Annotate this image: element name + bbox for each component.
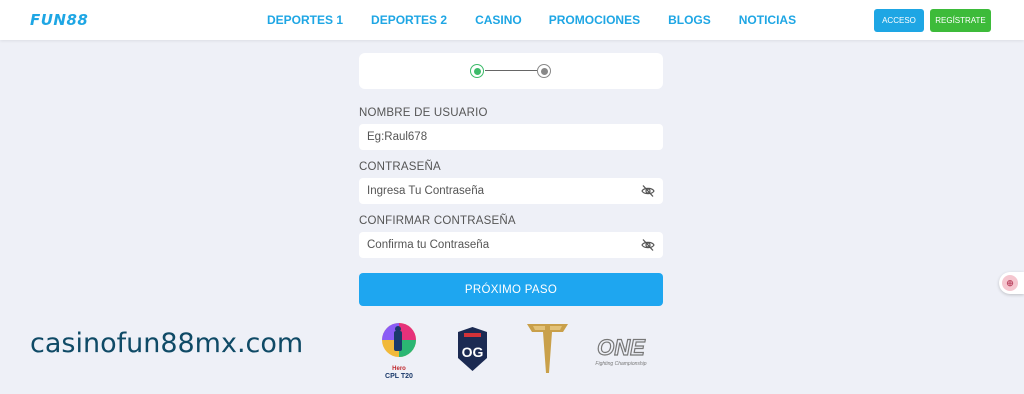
username-field [359, 124, 663, 150]
og-text: OG [462, 344, 484, 360]
nav-deportes-2[interactable]: DEPORTES 2 [371, 13, 447, 27]
eye-slash-icon[interactable] [641, 184, 655, 198]
main-nav: DEPORTES 1 DEPORTES 2 CASINO PROMOCIONES… [267, 13, 796, 27]
confirm-password-input[interactable] [359, 232, 629, 258]
cpl-t20-sponsor-logo: Hero CPL T20 [382, 323, 416, 380]
password-field [359, 178, 663, 204]
step-1-indicator [470, 64, 484, 78]
site-watermark: casinofun88mx.com [30, 328, 304, 359]
floating-side-widget[interactable]: ⊕ [999, 272, 1024, 294]
one-text: ONE [597, 335, 646, 360]
registration-stepper [359, 53, 663, 89]
username-label: NOMBRE DE USUARIO [359, 107, 488, 119]
nav-noticias[interactable]: NOTICIAS [739, 13, 796, 27]
nav-promociones[interactable]: PROMOCIONES [549, 13, 640, 27]
acceso-button[interactable]: ACCESO [874, 9, 924, 32]
registrate-button[interactable]: REGÍSTRATE [930, 9, 991, 32]
fun88-logo[interactable]: FUN88 [30, 11, 88, 29]
gold-emblem-sponsor-logo [527, 324, 568, 373]
confirm-password-field [359, 232, 663, 258]
chat-bubble-icon[interactable]: ⊕ [1002, 275, 1018, 291]
nav-deportes-1[interactable]: DEPORTES 1 [267, 13, 343, 27]
proximo-paso-button[interactable]: PRÓXIMO PASO [359, 273, 663, 306]
cpl-hero-text: Hero [392, 366, 406, 372]
top-navigation-bar: FUN88 DEPORTES 1 DEPORTES 2 CASINO PROMO… [0, 0, 1024, 40]
password-label: CONTRASEÑA [359, 161, 441, 173]
confirm-password-label: CONFIRMAR CONTRASEÑA [359, 215, 516, 227]
step-connector-line [485, 70, 537, 71]
og-esports-sponsor-logo: OG [458, 327, 487, 371]
nav-casino[interactable]: CASINO [475, 13, 522, 27]
username-input[interactable] [359, 124, 629, 150]
cpl-t20-text: CPL T20 [385, 373, 413, 380]
eye-slash-icon[interactable] [641, 238, 655, 252]
one-championship-sponsor-logo: ONE Fighting Championship [595, 334, 646, 367]
nav-blogs[interactable]: BLOGS [668, 13, 711, 27]
step-2-indicator [537, 64, 551, 78]
password-input[interactable] [359, 178, 629, 204]
one-subtitle-text: Fighting Championship [595, 361, 646, 367]
